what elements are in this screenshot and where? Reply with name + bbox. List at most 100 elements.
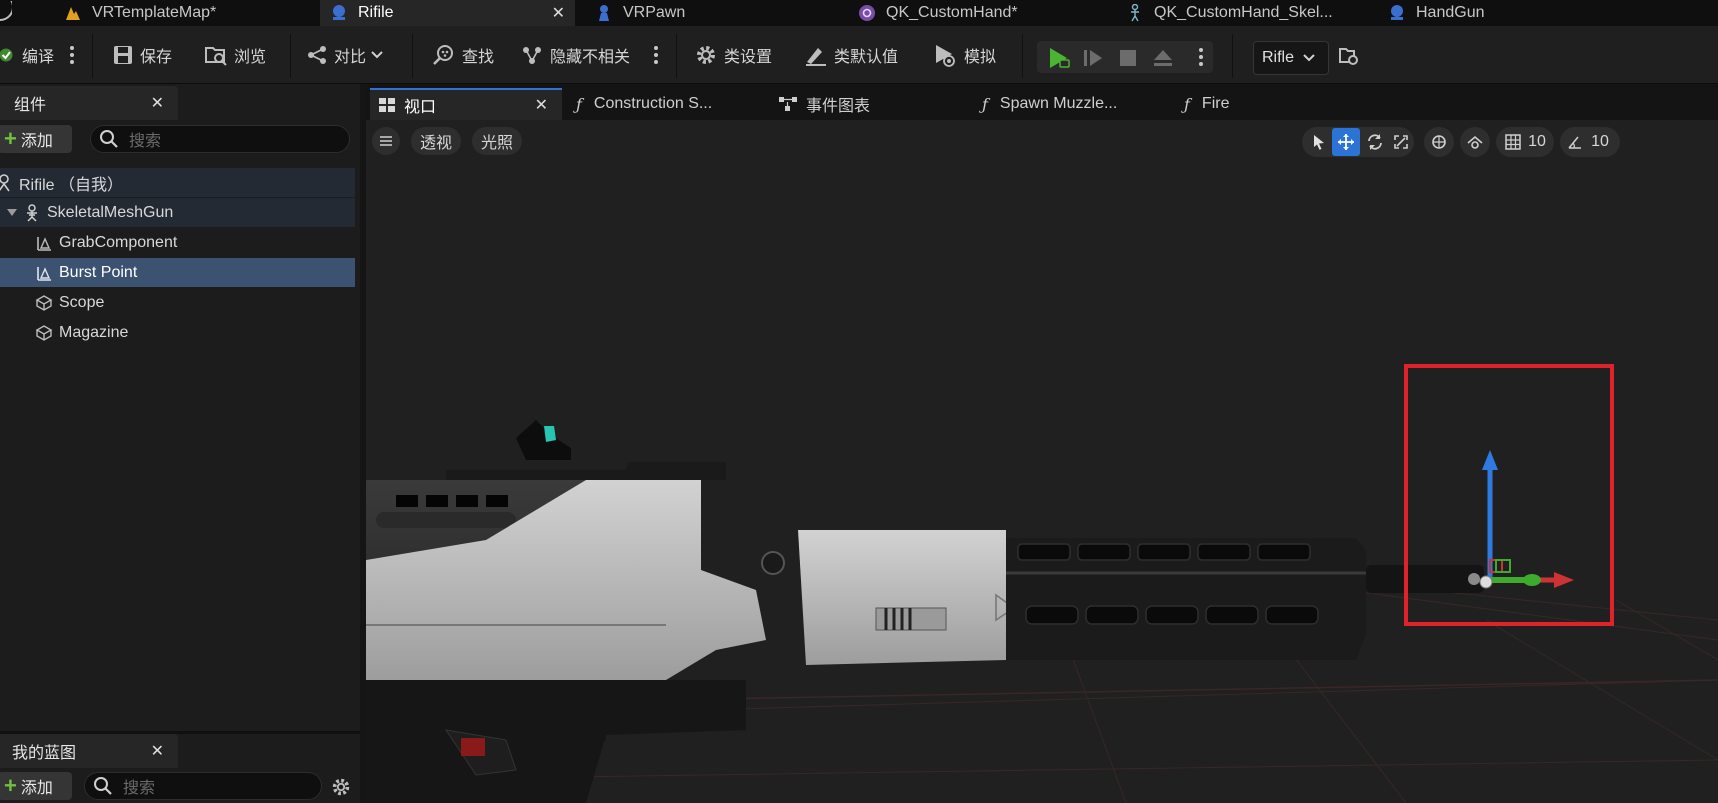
- my-blueprint-search-input[interactable]: 搜索: [84, 772, 322, 800]
- grid-axis-red: [665, 679, 1718, 701]
- compile-check-icon: [0, 48, 13, 62]
- class-settings-button[interactable]: 类设置: [694, 40, 772, 70]
- tab-fire[interactable]: ƒ Fire: [1184, 88, 1304, 120]
- tree-item-magazine[interactable]: Magazine: [0, 318, 355, 347]
- tree-item-grabcomponent[interactable]: GrabComponent: [0, 228, 355, 257]
- step-forward-icon[interactable]: [1082, 47, 1104, 69]
- tree-item-skeletalmeshgun[interactable]: SkeletalMeshGun: [0, 198, 355, 227]
- doc-tab-label: QK_CustomHand_Skel...: [1154, 4, 1333, 21]
- hide-unrelated-options-menu[interactable]: [654, 46, 658, 67]
- translate-tool-button[interactable]: [1332, 128, 1360, 156]
- tab-construction-script[interactable]: ƒ Construction S...: [576, 88, 756, 120]
- viewport-options-button[interactable]: [372, 127, 400, 155]
- unreal-logo[interactable]: [0, 0, 12, 26]
- viewport[interactable]: 透视 光照 10 10: [366, 120, 1718, 803]
- lighting-mode-button[interactable]: 光照: [472, 127, 522, 155]
- rotate-tool-button[interactable]: [1362, 128, 1388, 156]
- tab-viewport[interactable]: 视口 ✕: [370, 88, 562, 120]
- eject-icon[interactable]: [1152, 47, 1174, 69]
- add-component-button[interactable]: + 添加: [0, 125, 72, 153]
- diff-label: 对比: [334, 49, 367, 66]
- grid-snap-toggle[interactable]: [1500, 128, 1526, 156]
- tree-item-label: Burst Point: [59, 263, 138, 281]
- tab-spawn-muzzle[interactable]: ƒ Spawn Muzzle...: [982, 88, 1162, 120]
- my-blueprint-panel-tab[interactable]: 我的蓝图 ✕: [0, 734, 178, 768]
- select-tool-button[interactable]: [1306, 128, 1332, 156]
- editor-tab-bar: 视口 ✕ ƒ Construction S... 事件图表 ƒ Spawn Mu…: [366, 84, 1718, 120]
- skeleton-icon: [1126, 4, 1144, 22]
- view-mode-label: 透视: [419, 135, 452, 152]
- compile-label: 编译: [22, 49, 55, 66]
- class-defaults-button[interactable]: 类默认值: [804, 40, 898, 70]
- expand-arrow-icon[interactable]: [6, 208, 18, 218]
- doc-tab-vrpawn[interactable]: VRPawn: [595, 0, 795, 26]
- world-local-toggle[interactable]: [1426, 128, 1452, 156]
- components-panel-tab[interactable]: 组件 ✕: [0, 86, 178, 120]
- doc-tab-qk-customhand[interactable]: QK_CustomHand*: [858, 0, 1088, 26]
- class-settings-label: 类设置: [724, 49, 773, 66]
- tab-label: Construction S...: [593, 95, 713, 112]
- globe-icon: [1432, 135, 1446, 149]
- simulate-label: 模拟: [964, 49, 997, 66]
- tab-event-graph[interactable]: 事件图表: [778, 88, 958, 120]
- doc-tab-vrtemplatemap[interactable]: VRTemplateMap*: [64, 0, 314, 26]
- toolbar-divider: [412, 34, 413, 78]
- tree-item-scope[interactable]: Scope: [0, 288, 355, 317]
- find-button[interactable]: 查找: [432, 40, 494, 70]
- view-mode-button[interactable]: 透视: [411, 127, 461, 155]
- my-blueprint-panel-title: 我的蓝图: [12, 745, 77, 762]
- anim-blueprint-icon: [858, 4, 876, 22]
- grid-snap-value[interactable]: 10: [1526, 128, 1548, 156]
- hide-unrelated-button[interactable]: 隐藏不相关: [520, 40, 630, 70]
- static-mesh-icon: [34, 323, 54, 343]
- save-button[interactable]: 保存: [112, 40, 172, 70]
- debug-find-icon[interactable]: [1338, 46, 1362, 68]
- close-icon[interactable]: ✕: [535, 95, 548, 115]
- transform-gizmo[interactable]: [1479, 450, 1574, 589]
- add-member-button[interactable]: + 添加: [0, 772, 72, 800]
- blueprint-icon: [330, 4, 348, 22]
- scene-component-icon: [34, 233, 54, 253]
- cursor-icon: [1314, 135, 1324, 150]
- tree-item-rifile-self[interactable]: Rifile （自我）: [0, 168, 355, 197]
- rotate-icon: [1368, 134, 1382, 150]
- gear-icon[interactable]: [330, 776, 352, 798]
- tree-item-label: Scope: [59, 293, 105, 311]
- tab-label: 视口: [404, 99, 437, 116]
- components-search-input[interactable]: 搜索: [90, 125, 350, 153]
- doc-tab-rifile[interactable]: Rifile ✕: [320, 0, 575, 26]
- search-icon: [100, 130, 118, 148]
- class-defaults-icon: [806, 48, 826, 66]
- play-icon[interactable]: [1047, 46, 1071, 70]
- components-icon: [0, 95, 4, 111]
- rotation-snap-value[interactable]: 10: [1588, 128, 1612, 156]
- toolbar-divider: [1022, 34, 1023, 78]
- doc-tab-qk-customhand-skeleton[interactable]: QK_CustomHand_Skel...: [1126, 0, 1376, 26]
- hide-unrelated-icon: [523, 47, 541, 64]
- browse-button[interactable]: 浏览: [204, 40, 266, 70]
- search-placeholder: 搜索: [129, 133, 162, 150]
- lighting-mode-label: 光照: [480, 135, 513, 152]
- toolbar-divider: [92, 34, 93, 78]
- simulate-button[interactable]: 模拟: [932, 40, 996, 70]
- rotation-snap-toggle[interactable]: [1562, 128, 1588, 156]
- compile-button[interactable]: 编译: [0, 40, 54, 70]
- static-mesh-icon: [34, 293, 54, 313]
- hide-unrelated-label: 隐藏不相关: [550, 49, 631, 66]
- compile-options-menu[interactable]: [70, 46, 74, 67]
- close-icon[interactable]: ✕: [151, 741, 164, 761]
- stop-icon[interactable]: [1118, 48, 1138, 68]
- debug-object-dropdown[interactable]: Rifle: [1253, 41, 1329, 75]
- tree-item-burst-point[interactable]: Burst Point: [0, 258, 355, 287]
- doc-tab-handgun[interactable]: HandGun: [1388, 0, 1588, 26]
- close-icon[interactable]: ✕: [552, 3, 565, 23]
- tree-item-label: Magazine: [59, 323, 129, 341]
- hamburger-icon: [380, 136, 392, 146]
- browse-folder-icon: [205, 47, 227, 66]
- play-options-menu[interactable]: [1199, 48, 1203, 69]
- diff-button[interactable]: 对比: [306, 40, 390, 70]
- close-icon[interactable]: ✕: [151, 93, 164, 113]
- scene-component-icon: [34, 263, 54, 283]
- scale-tool-button[interactable]: [1388, 128, 1414, 156]
- surface-snap-button[interactable]: [1462, 128, 1488, 156]
